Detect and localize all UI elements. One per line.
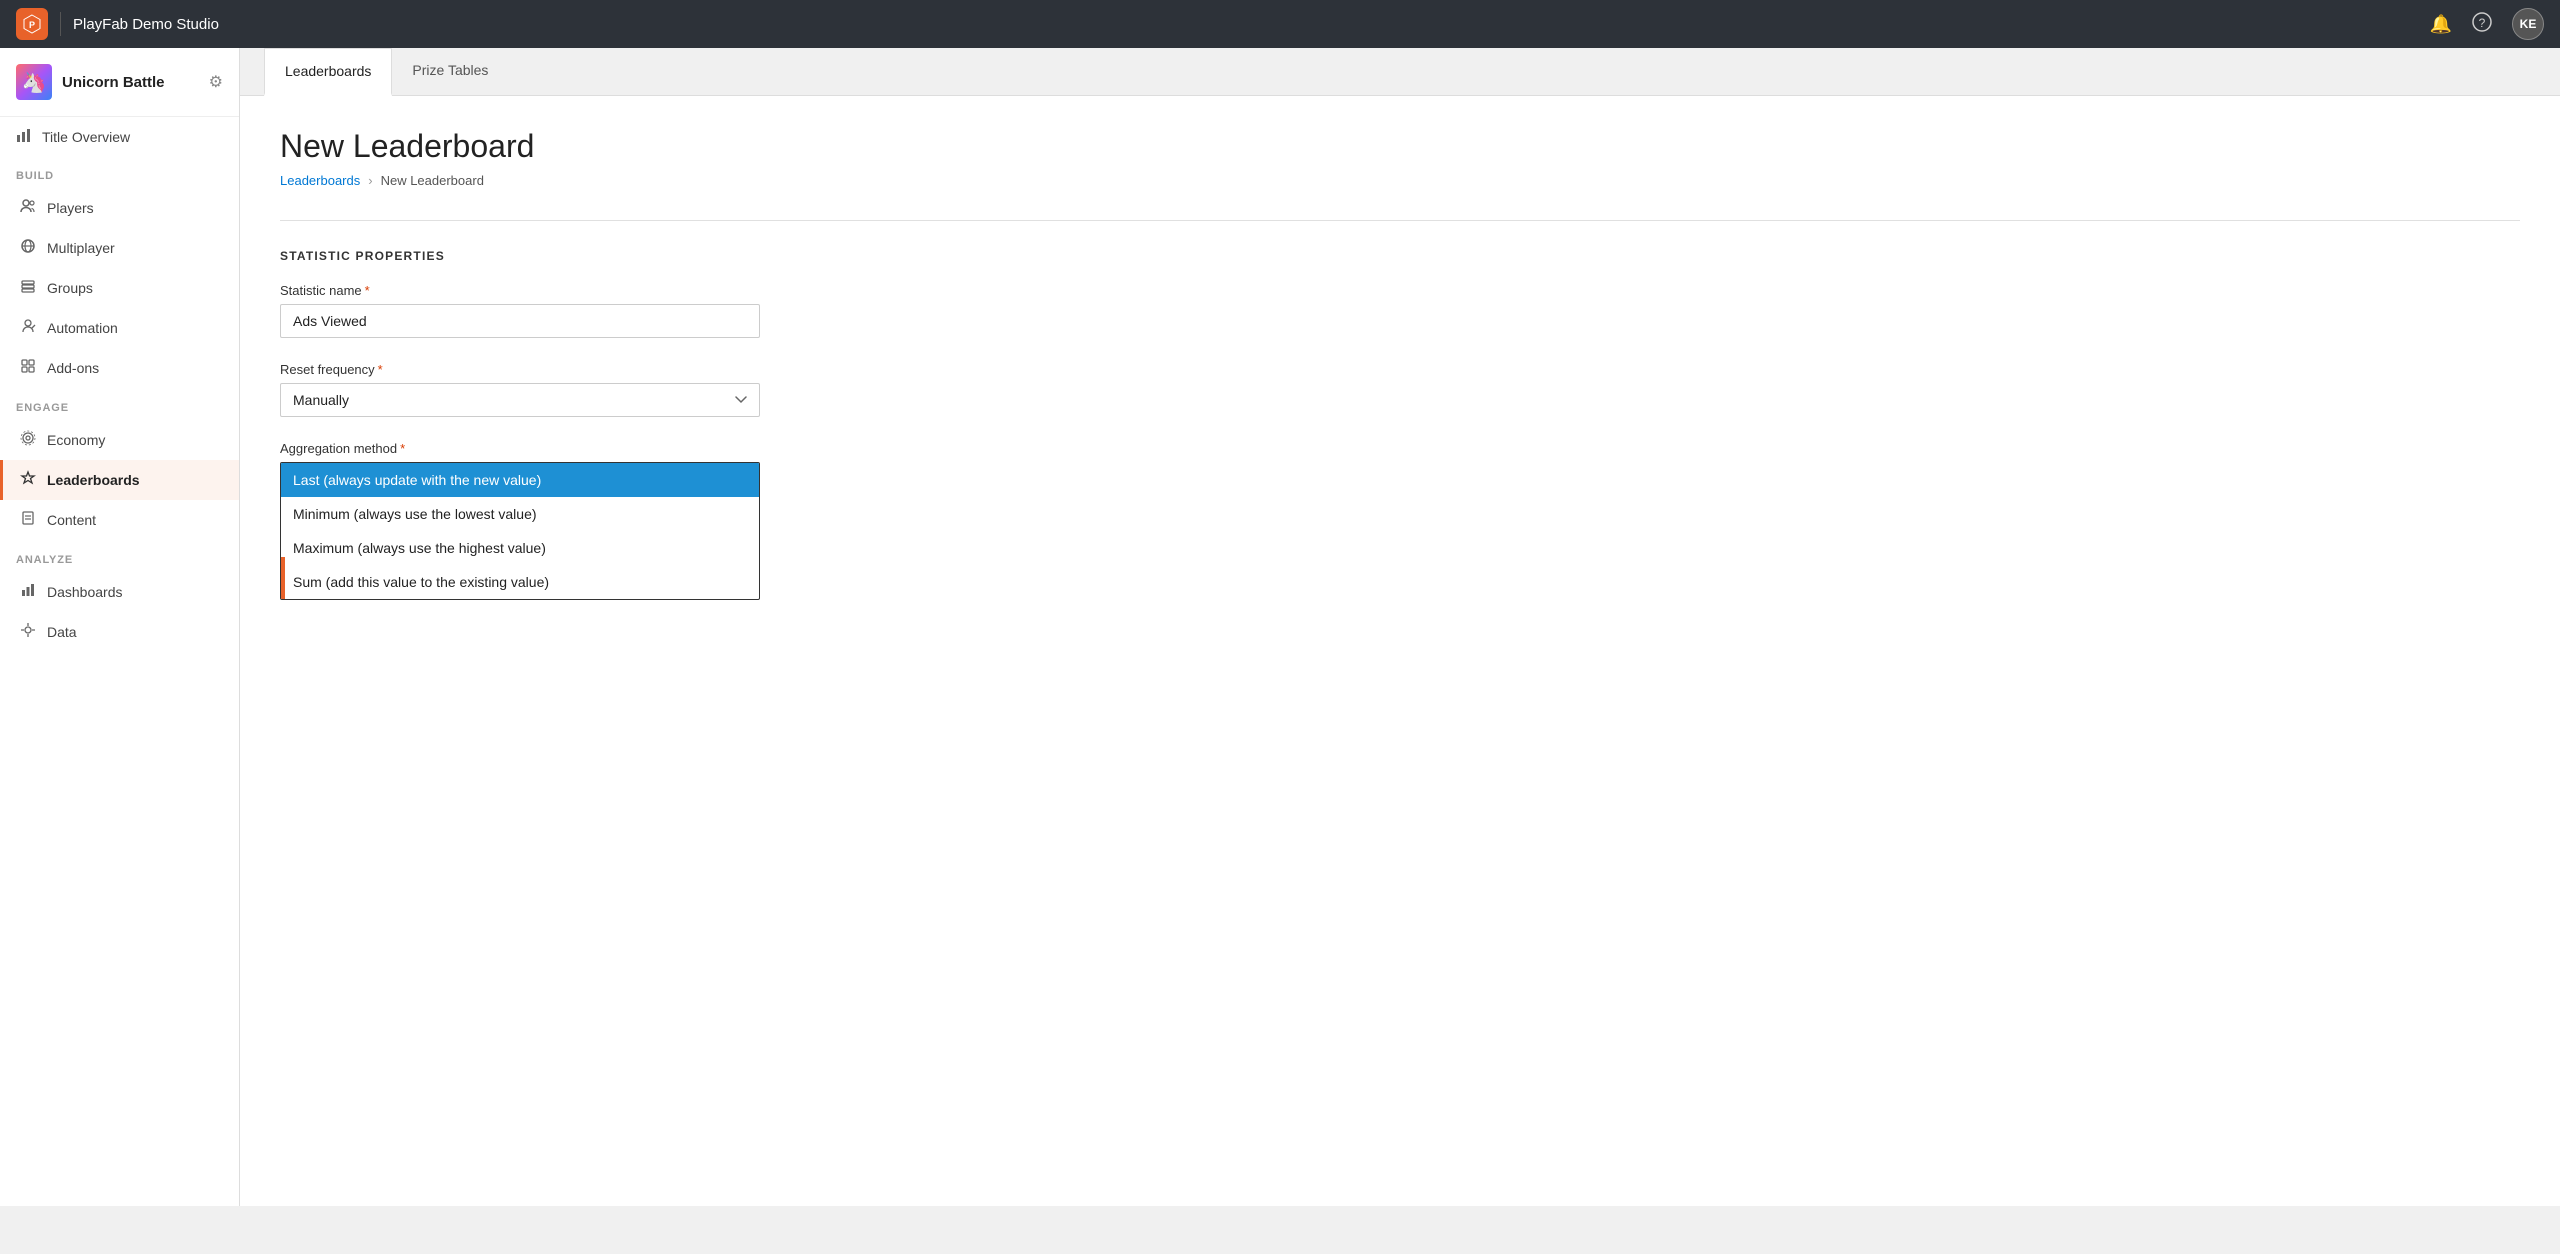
sidebar-item-label-automation: Automation	[47, 320, 118, 336]
sidebar-item-dashboards[interactable]: Dashboards	[0, 572, 239, 612]
reset-frequency-label: Reset frequency*	[280, 362, 2520, 377]
sidebar-item-label-players: Players	[47, 200, 94, 216]
economy-icon	[19, 430, 37, 450]
sidebar-item-label-content: Content	[47, 512, 96, 528]
sidebar-item-automation[interactable]: Automation	[0, 308, 239, 348]
sidebar-section-analyze: ANALYZE	[0, 540, 239, 572]
sidebar-item-label-title-overview: Title Overview	[42, 129, 130, 145]
content-divider	[280, 220, 2520, 221]
content-icon	[19, 510, 37, 530]
data-icon	[19, 622, 37, 642]
statistic-name-input[interactable]	[280, 304, 760, 338]
sidebar-item-multiplayer[interactable]: Multiplayer	[0, 228, 239, 268]
app-name: Unicorn Battle	[62, 74, 165, 91]
topbar: P PlayFab Demo Studio 🔔 ? KE	[0, 0, 2560, 48]
reset-frequency-group: Reset frequency* Manually Daily Weekly M…	[280, 362, 2520, 417]
sidebar-item-label-multiplayer: Multiplayer	[47, 240, 115, 256]
aggregation-option-sum-wrapper: Sum (add this value to the existing valu…	[281, 565, 759, 599]
topbar-right: 🔔 ? KE	[2430, 8, 2544, 40]
automation-icon	[19, 318, 37, 338]
dashboards-icon	[19, 582, 37, 602]
sidebar-item-label-groups: Groups	[47, 280, 93, 296]
breadcrumb: Leaderboards › New Leaderboard	[280, 173, 2520, 188]
breadcrumb-separator: ›	[368, 173, 372, 188]
addons-icon	[19, 358, 37, 378]
required-indicator: *	[365, 283, 370, 298]
help-icon[interactable]: ?	[2472, 12, 2492, 37]
svg-text:P: P	[29, 20, 35, 30]
playfab-logo-icon: P	[21, 13, 43, 35]
reset-frequency-select[interactable]: Manually Daily Weekly Monthly	[280, 383, 760, 417]
aggregation-option-maximum[interactable]: Maximum (always use the highest value)	[281, 531, 759, 565]
globe-icon	[19, 238, 37, 258]
required-indicator-2: *	[378, 362, 383, 377]
aggregation-method-group: Aggregation method* Last (always update …	[280, 441, 2520, 600]
statistic-name-label: Statistic name*	[280, 283, 2520, 298]
sidebar-item-label-leaderboards: Leaderboards	[47, 472, 140, 488]
sidebar-item-players[interactable]: Players	[0, 188, 239, 228]
layers-icon	[19, 278, 37, 298]
breadcrumb-current: New Leaderboard	[381, 173, 484, 188]
sidebar-section-build: BUILD	[0, 156, 239, 188]
main-content: Leaderboards Prize Tables New Leaderboar…	[240, 48, 2560, 1206]
section-title: STATISTIC PROPERTIES	[280, 249, 2520, 263]
app-logo: 🦄	[16, 64, 52, 100]
sidebar-item-label-data: Data	[47, 624, 77, 640]
sidebar: 🦄 Unicorn Battle ⚙ Title Overview BUILD	[0, 48, 240, 1206]
aggregation-method-label: Aggregation method*	[280, 441, 2520, 456]
leaderboards-icon	[19, 470, 37, 490]
sidebar-item-content[interactable]: Content	[0, 500, 239, 540]
tab-bar: Leaderboards Prize Tables	[240, 48, 2560, 96]
user-avatar[interactable]: KE	[2512, 8, 2544, 40]
breadcrumb-leaderboards-link[interactable]: Leaderboards	[280, 173, 360, 188]
sidebar-item-data[interactable]: Data	[0, 612, 239, 652]
sidebar-item-title-overview[interactable]: Title Overview	[0, 117, 239, 156]
sidebar-item-groups[interactable]: Groups	[0, 268, 239, 308]
notification-icon[interactable]: 🔔	[2430, 14, 2452, 35]
topbar-title: PlayFab Demo Studio	[73, 16, 219, 33]
sidebar-item-label-economy: Economy	[47, 432, 105, 448]
content-area: New Leaderboard Leaderboards › New Leade…	[240, 96, 2560, 1206]
aggregation-option-last[interactable]: Last (always update with the new value)	[281, 463, 759, 497]
tab-leaderboards[interactable]: Leaderboards	[264, 48, 392, 96]
tab-prize-tables[interactable]: Prize Tables	[392, 48, 508, 96]
sidebar-header: 🦄 Unicorn Battle ⚙	[0, 48, 239, 117]
svg-text:?: ?	[2479, 16, 2486, 30]
sidebar-item-economy[interactable]: Economy	[0, 420, 239, 460]
chart-icon	[16, 127, 32, 146]
sidebar-item-leaderboards[interactable]: Leaderboards	[0, 460, 239, 500]
app-layout: 🦄 Unicorn Battle ⚙ Title Overview BUILD	[0, 48, 2560, 1206]
page-title: New Leaderboard	[280, 128, 2520, 165]
aggregation-dropdown-list: Last (always update with the new value) …	[280, 462, 760, 600]
required-indicator-3: *	[400, 441, 405, 456]
sidebar-item-addons[interactable]: Add-ons	[0, 348, 239, 388]
sidebar-item-label-addons: Add-ons	[47, 360, 99, 376]
topbar-logo: P	[16, 8, 48, 40]
aggregation-option-sum[interactable]: Sum (add this value to the existing valu…	[281, 565, 759, 599]
aggregation-option-minimum[interactable]: Minimum (always use the lowest value)	[281, 497, 759, 531]
statistic-name-group: Statistic name*	[280, 283, 2520, 338]
orange-accent-bar	[281, 557, 285, 599]
topbar-divider	[60, 12, 61, 36]
sidebar-item-label-dashboards: Dashboards	[47, 584, 123, 600]
settings-icon[interactable]: ⚙	[209, 72, 223, 92]
people-icon	[19, 198, 37, 218]
sidebar-section-engage: ENGAGE	[0, 388, 239, 420]
